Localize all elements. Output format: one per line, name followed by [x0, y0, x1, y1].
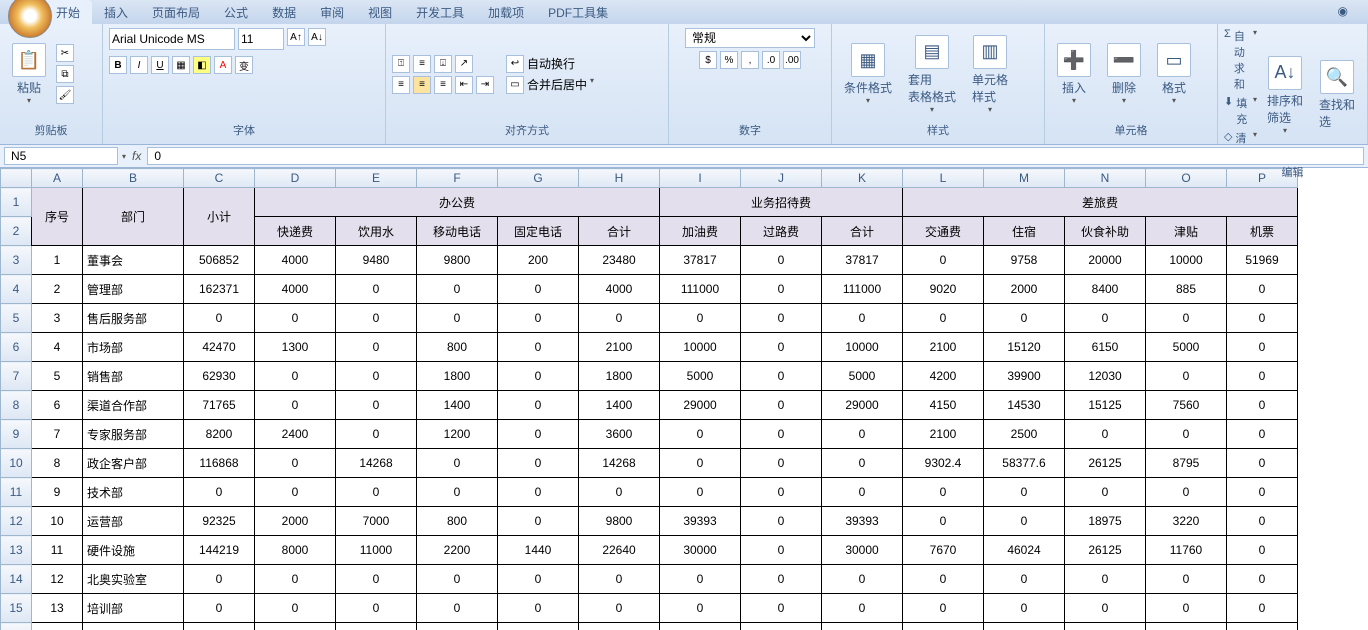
row-header-12[interactable]: 12	[1, 507, 32, 536]
row-header-6[interactable]: 6	[1, 333, 32, 362]
wrap-text-button[interactable]: ↩自动换行	[506, 55, 594, 73]
align-top-icon[interactable]: ⍐	[392, 55, 410, 73]
format-cells-button[interactable]: ▭格式▾	[1151, 41, 1197, 107]
col-header-N[interactable]: N	[1065, 169, 1146, 188]
copy-icon[interactable]: ⧉	[56, 65, 74, 83]
find-select-button[interactable]: 🔍查找和 选	[1313, 58, 1361, 132]
row-header-10[interactable]: 10	[1, 449, 32, 478]
percent-icon[interactable]: %	[720, 51, 738, 69]
group-label-cells: 单元格	[1051, 120, 1211, 140]
formula-bar: N5 ▾ fx 0	[0, 145, 1368, 168]
delete-cells-button[interactable]: ➖删除▾	[1101, 41, 1147, 107]
tab-加载项[interactable]: 加载项	[476, 0, 536, 25]
font-size-input[interactable]	[238, 28, 284, 50]
row-header-7[interactable]: 7	[1, 362, 32, 391]
row-header-4[interactable]: 4	[1, 275, 32, 304]
conditional-format-button[interactable]: ▦条件格式▾	[838, 41, 898, 107]
table-format-button[interactable]: ▤套用 表格格式▾	[902, 33, 962, 116]
border-icon[interactable]: ▦	[172, 56, 190, 74]
row-header-15[interactable]: 15	[1, 594, 32, 623]
decrease-font-icon[interactable]: A↓	[308, 28, 326, 46]
tab-审阅[interactable]: 审阅	[308, 0, 356, 25]
sort-filter-button[interactable]: A↓排序和 筛选▾	[1261, 54, 1309, 137]
group-label-clipboard: 剪贴板	[6, 120, 96, 140]
fill-button[interactable]: ⬇ 填充 ▾	[1224, 95, 1257, 127]
increase-decimal-icon[interactable]: .0	[762, 51, 780, 69]
row-header-13[interactable]: 13	[1, 536, 32, 565]
col-header-L[interactable]: L	[903, 169, 984, 188]
italic-icon[interactable]: I	[130, 56, 148, 74]
align-bottom-icon[interactable]: ⍗	[434, 55, 452, 73]
worksheet[interactable]: ABCDEFGHIJKLMNOP1序号部门小计办公费业务招待费差旅费2快递费饮用…	[0, 168, 1368, 630]
align-right-icon[interactable]: ≡	[434, 76, 452, 94]
font-name-input[interactable]	[109, 28, 235, 50]
ribbon-tabs: 开始插入页面布局公式数据审阅视图开发工具加载项PDF工具集	[0, 0, 1368, 24]
col-header-O[interactable]: O	[1146, 169, 1227, 188]
increase-font-icon[interactable]: A↑	[287, 28, 305, 46]
tab-插入[interactable]: 插入	[92, 0, 140, 25]
col-header-D[interactable]: D	[255, 169, 336, 188]
tab-开发工具[interactable]: 开发工具	[404, 0, 476, 25]
group-label-edit: 编辑	[1224, 162, 1361, 182]
col-header-H[interactable]: H	[579, 169, 660, 188]
underline-icon[interactable]: U	[151, 56, 169, 74]
row-header-16[interactable]: 16	[1, 623, 32, 630]
cut-icon[interactable]: ✂	[56, 44, 74, 62]
col-header-E[interactable]: E	[336, 169, 417, 188]
tab-数据[interactable]: 数据	[260, 0, 308, 25]
phonetic-icon[interactable]: 变	[235, 56, 253, 74]
col-header-A[interactable]: A	[32, 169, 83, 188]
tab-视图[interactable]: 视图	[356, 0, 404, 25]
insert-cells-button[interactable]: ➕插入▾	[1051, 41, 1097, 107]
bold-icon[interactable]: B	[109, 56, 127, 74]
currency-icon[interactable]: $	[699, 51, 717, 69]
align-middle-icon[interactable]: ≡	[413, 55, 431, 73]
col-header-F[interactable]: F	[417, 169, 498, 188]
paste-button[interactable]: 📋粘贴▾	[6, 41, 52, 107]
group-label-font: 字体	[109, 120, 379, 140]
row-header-5[interactable]: 5	[1, 304, 32, 333]
row-header-14[interactable]: 14	[1, 565, 32, 594]
indent-increase-icon[interactable]: ⇥	[476, 76, 494, 94]
formula-input[interactable]: 0	[147, 147, 1364, 165]
group-label-number: 数字	[675, 120, 825, 140]
row-header-3[interactable]: 3	[1, 246, 32, 275]
col-header-C[interactable]: C	[184, 169, 255, 188]
font-color-icon[interactable]: A	[214, 56, 232, 74]
col-header-I[interactable]: I	[660, 169, 741, 188]
row-header-8[interactable]: 8	[1, 391, 32, 420]
col-header-M[interactable]: M	[984, 169, 1065, 188]
help-icon[interactable]: ◉	[1338, 4, 1348, 18]
select-all-corner[interactable]	[1, 169, 32, 188]
align-center-icon[interactable]: ≡	[413, 76, 431, 94]
row-header-1[interactable]: 1	[1, 188, 32, 217]
row-header-2[interactable]: 2	[1, 217, 32, 246]
group-label-align: 对齐方式	[392, 120, 662, 140]
number-format-select[interactable]: 常规	[685, 28, 815, 48]
tab-公式[interactable]: 公式	[212, 0, 260, 25]
merge-center-button[interactable]: ▭合并后居中▾	[506, 76, 594, 94]
row-header-9[interactable]: 9	[1, 420, 32, 449]
group-label-styles: 样式	[838, 120, 1038, 140]
ribbon: 📋粘贴▾ ✂ ⧉ 🖌 剪贴板 A↑ A↓ B I U ▦ ◧ A	[0, 24, 1368, 145]
row-header-11[interactable]: 11	[1, 478, 32, 507]
tab-页面布局[interactable]: 页面布局	[140, 0, 212, 25]
comma-icon[interactable]: ,	[741, 51, 759, 69]
col-header-B[interactable]: B	[83, 169, 184, 188]
decrease-decimal-icon[interactable]: .00	[783, 51, 801, 69]
name-box[interactable]: N5	[4, 147, 118, 165]
indent-decrease-icon[interactable]: ⇤	[455, 76, 473, 94]
col-header-G[interactable]: G	[498, 169, 579, 188]
orientation-icon[interactable]: ↗	[455, 55, 473, 73]
autosum-button[interactable]: Σ 自动求和 ▾	[1224, 28, 1257, 92]
col-header-J[interactable]: J	[741, 169, 822, 188]
format-painter-icon[interactable]: 🖌	[56, 86, 74, 104]
tab-PDF工具集[interactable]: PDF工具集	[536, 0, 620, 25]
align-left-icon[interactable]: ≡	[392, 76, 410, 94]
cell-styles-button[interactable]: ▥单元格 样式▾	[966, 33, 1014, 116]
fx-icon[interactable]: fx	[126, 149, 147, 163]
fill-color-icon[interactable]: ◧	[193, 56, 211, 74]
col-header-K[interactable]: K	[822, 169, 903, 188]
